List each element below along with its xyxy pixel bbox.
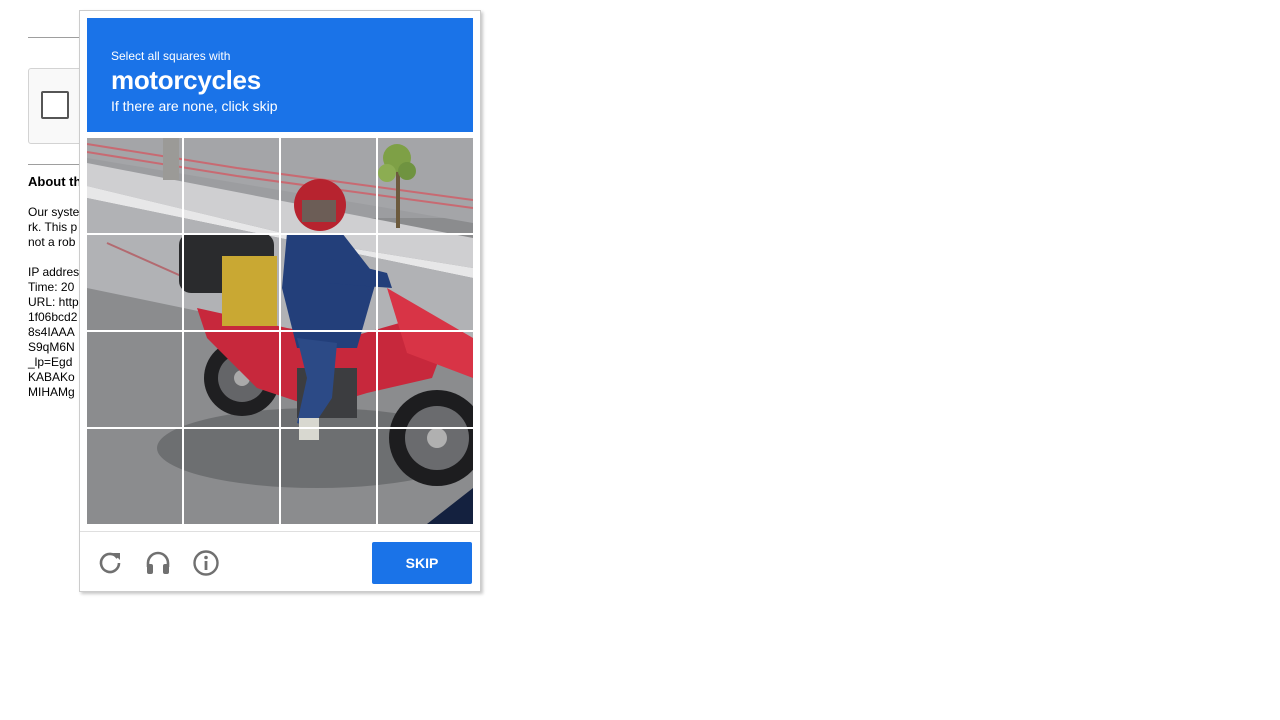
grid-tile[interactable] — [378, 429, 473, 524]
instruction-text: Select all squares with — [111, 49, 231, 63]
grid-tile[interactable] — [87, 235, 183, 331]
grid-tile[interactable] — [184, 138, 280, 234]
grid-tile[interactable] — [378, 235, 473, 331]
about-line: not a rob — [28, 235, 76, 249]
about-line: rk. This p — [28, 220, 78, 234]
reload-icon[interactable] — [96, 549, 124, 577]
about-line: KABAKo — [28, 370, 75, 384]
grid-divider — [87, 330, 473, 332]
grid-tile[interactable] — [281, 138, 377, 234]
grid-tile[interactable] — [378, 332, 473, 428]
about-line: Time: 20 — [28, 280, 75, 294]
about-line: S9qM6N — [28, 340, 75, 354]
image-grid — [87, 138, 473, 524]
grid-tile[interactable] — [281, 332, 377, 428]
about-line: IP addres — [28, 265, 80, 279]
grid-tile[interactable] — [184, 429, 280, 524]
grid-divider — [87, 233, 473, 235]
about-line: 1f06bcd2 — [28, 310, 78, 324]
skip-button[interactable]: SKIP — [372, 542, 472, 584]
target-object-label: motorcycles — [111, 65, 261, 95]
grid-tile[interactable] — [87, 138, 183, 234]
grid-divider — [87, 427, 473, 429]
grid-tile[interactable] — [184, 235, 280, 331]
grid-tile[interactable] — [281, 429, 377, 524]
about-line: 8s4IAAA — [28, 325, 75, 339]
grid-tile[interactable] — [87, 429, 183, 524]
challenge-footer: SKIP — [80, 531, 480, 592]
grid-tile[interactable] — [378, 138, 473, 234]
about-title: About th — [28, 174, 82, 189]
recaptcha-checkbox-widget[interactable] — [28, 68, 86, 144]
grid-tile[interactable] — [184, 332, 280, 428]
about-line: URL: http — [28, 295, 79, 309]
grid-tile[interactable] — [87, 332, 183, 428]
challenge-header: Select all squares with motorcycles If t… — [87, 18, 473, 132]
captcha-challenge-popup: Select all squares with motorcycles If t… — [79, 10, 481, 592]
about-line: Our syste — [28, 205, 80, 219]
about-text: Our syste rk. This p not a rob IP addres… — [28, 205, 79, 400]
about-line — [28, 250, 79, 265]
audio-headphones-icon[interactable] — [144, 549, 172, 577]
info-icon[interactable] — [192, 549, 220, 577]
about-line: MIHAMg — [28, 385, 75, 399]
grid-tile[interactable] — [281, 235, 377, 331]
about-line: _lp=Egd — [28, 355, 73, 369]
not-a-robot-checkbox[interactable] — [41, 91, 69, 119]
skip-hint-text: If there are none, click skip — [111, 98, 278, 114]
